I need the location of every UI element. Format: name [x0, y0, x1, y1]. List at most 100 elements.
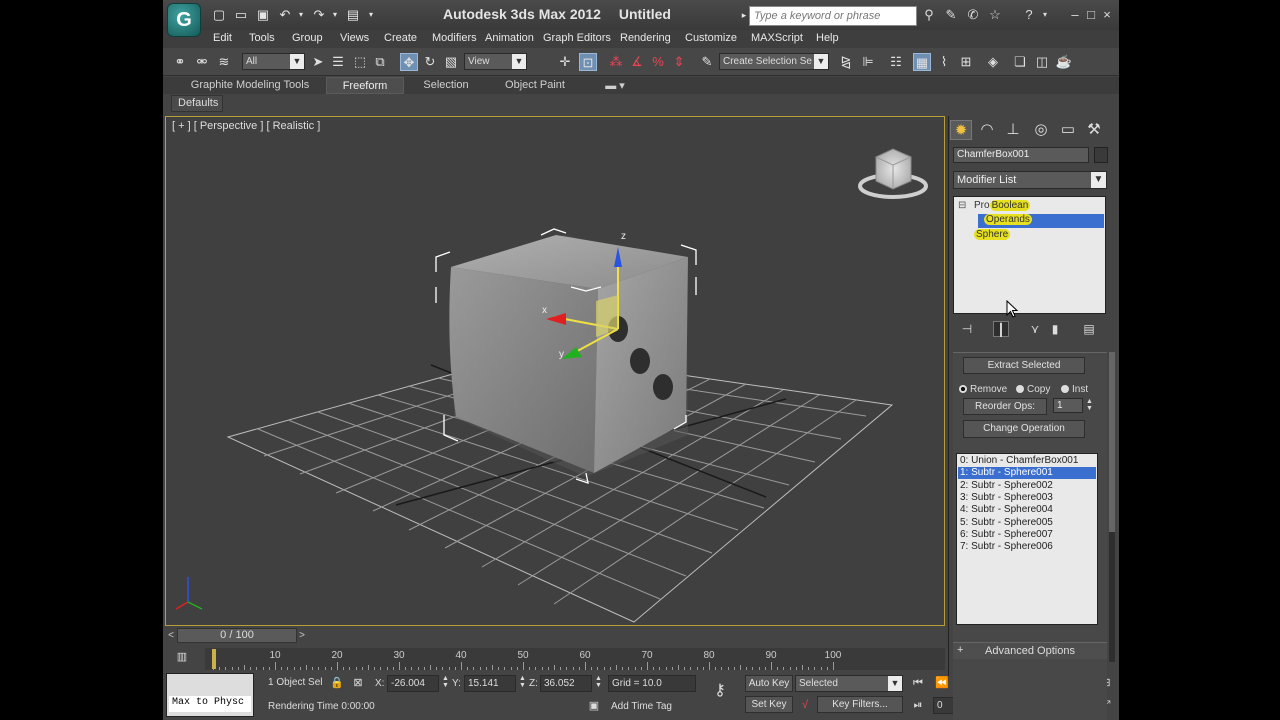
operand-item[interactable]: 1: Subtr - Sphere001 [958, 467, 1096, 480]
collapse-toggle-icon[interactable]: ⊟ [958, 200, 966, 214]
key-mode-toggle-icon[interactable]: ⏯ [909, 696, 927, 714]
display-tab-icon[interactable]: ▭ [1057, 120, 1079, 140]
link-icon[interactable]: ⚭ [171, 53, 189, 71]
menu-animation[interactable]: Animation [485, 32, 534, 44]
spinner-snap-icon[interactable]: ⇕ [670, 53, 688, 71]
ribbon-options-icon[interactable]: ▬ ▾ [601, 77, 629, 94]
set-key-button[interactable]: Set Key [745, 696, 793, 713]
reorder-ops-field[interactable]: 1 [1053, 398, 1083, 413]
redo-icon[interactable]: ↷ [311, 7, 327, 23]
manipulate-icon[interactable]: ⊡ [579, 53, 597, 71]
make-unique-icon[interactable]: ⋎ [1027, 321, 1043, 337]
snaps-toggle-icon[interactable]: ⁂ [607, 53, 625, 71]
tab-selection[interactable]: Selection [407, 77, 485, 94]
favorites-star-icon[interactable]: ☆ [987, 7, 1003, 23]
timeline-track[interactable]: 10 20 30 40 50 60 70 80 90 100 [205, 648, 945, 670]
subscription-icon[interactable]: ✎ [943, 7, 959, 23]
curve-editor-icon[interactable]: ⌇ [935, 53, 953, 71]
menu-customize[interactable]: Customize [685, 32, 737, 44]
redo-dropdown-icon[interactable]: ▾ [327, 7, 343, 23]
change-operation-button[interactable]: Change Operation [963, 420, 1085, 438]
modify-tab-icon[interactable]: ◠ [976, 120, 998, 140]
window-crossing-icon[interactable]: ⧉ [371, 53, 389, 71]
menu-create[interactable]: Create [384, 32, 417, 44]
timeline-playhead[interactable] [212, 649, 216, 669]
viewport-label[interactable]: [ + ] [ Perspective ] [ Realistic ] [172, 120, 320, 132]
help-dropdown-icon[interactable]: ▾ [1037, 7, 1053, 23]
pivot-center-icon[interactable]: ✛ [556, 53, 574, 71]
menu-tools[interactable]: Tools [249, 32, 275, 44]
advanced-options-rollout[interactable]: + Advanced Options [953, 642, 1107, 659]
graphite-toggle-icon[interactable]: ▦ [913, 53, 931, 71]
operand-item[interactable]: 7: Subtr - Sphere006 [958, 541, 1096, 553]
time-slider[interactable]: 0 / 100 [177, 628, 297, 643]
menu-edit[interactable]: Edit [213, 32, 232, 44]
modifier-stack[interactable]: ⊟ Pro Boolean Operands Sphere [953, 196, 1106, 318]
perspective-viewport[interactable]: z x y [ + ] [ Perspective ] [ Realistic … [165, 116, 945, 626]
select-and-scale-icon[interactable]: ▧ [442, 53, 460, 71]
communication-icon[interactable]: ✆ [965, 7, 981, 23]
key-filters-button[interactable]: Key Filters... [817, 696, 903, 713]
undo-icon[interactable]: ↶ [277, 7, 293, 23]
operand-item[interactable]: 4: Subtr - Sphere004 [958, 504, 1096, 516]
y-spinner-icon[interactable]: ▲ ▼ [518, 675, 527, 690]
scrollbar-thumb[interactable] [1109, 352, 1115, 532]
rectangular-selection-icon[interactable]: ⬚ [351, 53, 369, 71]
z-spinner-icon[interactable]: ▲ ▼ [594, 675, 603, 690]
edit-named-selection-icon[interactable]: ✎ [698, 53, 716, 71]
hierarchy-tab-icon[interactable]: ⊥ [1002, 120, 1024, 140]
object-color-swatch[interactable] [1094, 147, 1108, 163]
x-spinner-icon[interactable]: ▲ ▼ [441, 675, 450, 690]
menu-help[interactable]: Help [816, 32, 839, 44]
stack-item-operands[interactable]: Operands [978, 214, 1104, 228]
extract-selected-button[interactable]: Extract Selected [963, 357, 1085, 374]
tab-freeform[interactable]: Freeform [326, 77, 404, 94]
menu-maxscript[interactable]: MAXScript [751, 32, 803, 44]
tab-object-paint[interactable]: Object Paint [488, 77, 582, 94]
quick-access-dropdown-icon[interactable]: ▾ [363, 7, 379, 23]
schematic-view-icon[interactable]: ⊞ [957, 53, 975, 71]
menu-group[interactable]: Group [292, 32, 323, 44]
project-folder-icon[interactable]: ▤ [345, 7, 361, 23]
remove-modifier-icon[interactable]: ▮ [1047, 321, 1063, 337]
render-setup-icon[interactable]: ❏ [1011, 53, 1029, 71]
stack-item-proboolean[interactable]: Pro Boolean [974, 200, 1031, 214]
time-tag-icon[interactable]: ▣ [585, 697, 603, 715]
search-input[interactable]: Type a keyword or phrase [749, 6, 917, 26]
select-by-name-icon[interactable]: ☰ [329, 53, 347, 71]
minimize-icon[interactable]: – [1067, 7, 1083, 23]
modifier-list-dropdown[interactable]: Modifier List ▼ [953, 171, 1107, 189]
command-panel-scrollbar[interactable] [1109, 352, 1115, 662]
default-tangents-icon[interactable]: √ [796, 696, 814, 714]
material-editor-icon[interactable]: ◈ [984, 53, 1002, 71]
absolute-mode-icon[interactable]: ⊠ [349, 674, 367, 692]
pin-stack-icon[interactable]: ⊣ [959, 321, 975, 337]
select-and-move-icon[interactable]: ✥ [400, 53, 418, 71]
open-file-icon[interactable]: ▭ [233, 7, 249, 23]
menu-rendering[interactable]: Rendering [620, 32, 671, 44]
select-and-rotate-icon[interactable]: ↻ [421, 53, 439, 71]
undo-dropdown-icon[interactable]: ▾ [293, 7, 309, 23]
operand-item[interactable]: 3: Subtr - Sphere003 [958, 492, 1096, 504]
operand-item[interactable]: 2: Subtr - Sphere002 [958, 480, 1096, 492]
select-object-icon[interactable]: ➤ [309, 53, 327, 71]
new-file-icon[interactable]: ▢ [211, 7, 227, 23]
go-to-start-icon[interactable]: ⏮ [909, 674, 927, 692]
reorder-ops-button[interactable]: Reorder Ops: [963, 398, 1047, 415]
menu-graph-editors[interactable]: Graph Editors [543, 32, 611, 44]
reference-coordinate-dropdown[interactable]: View ▼ [464, 53, 527, 70]
align-icon[interactable]: ⊫ [859, 53, 877, 71]
radio-inst[interactable]: Inst [1061, 384, 1088, 395]
time-slider-next-icon[interactable]: > [296, 628, 308, 643]
maxscript-input[interactable]: Max to Physc [169, 696, 251, 712]
layer-manager-icon[interactable]: ☷ [887, 53, 905, 71]
ribbon-defaults-panel[interactable]: Defaults [171, 95, 223, 112]
mirror-icon[interactable]: ⧎ [837, 53, 855, 71]
timeline-toggle-icon[interactable]: ▥ [173, 648, 191, 666]
operands-list[interactable]: 0: Union - ChamferBox001 1: Subtr - Spher… [956, 453, 1098, 625]
configure-modifier-sets-icon[interactable]: ▤ [1081, 321, 1097, 337]
maxscript-listener[interactable]: Max to Physc [166, 673, 254, 717]
y-coordinate-field[interactable]: 15.141 [464, 675, 516, 692]
selection-lock-icon[interactable]: 🔒 [328, 674, 346, 692]
app-logo-icon[interactable]: G [167, 3, 201, 37]
